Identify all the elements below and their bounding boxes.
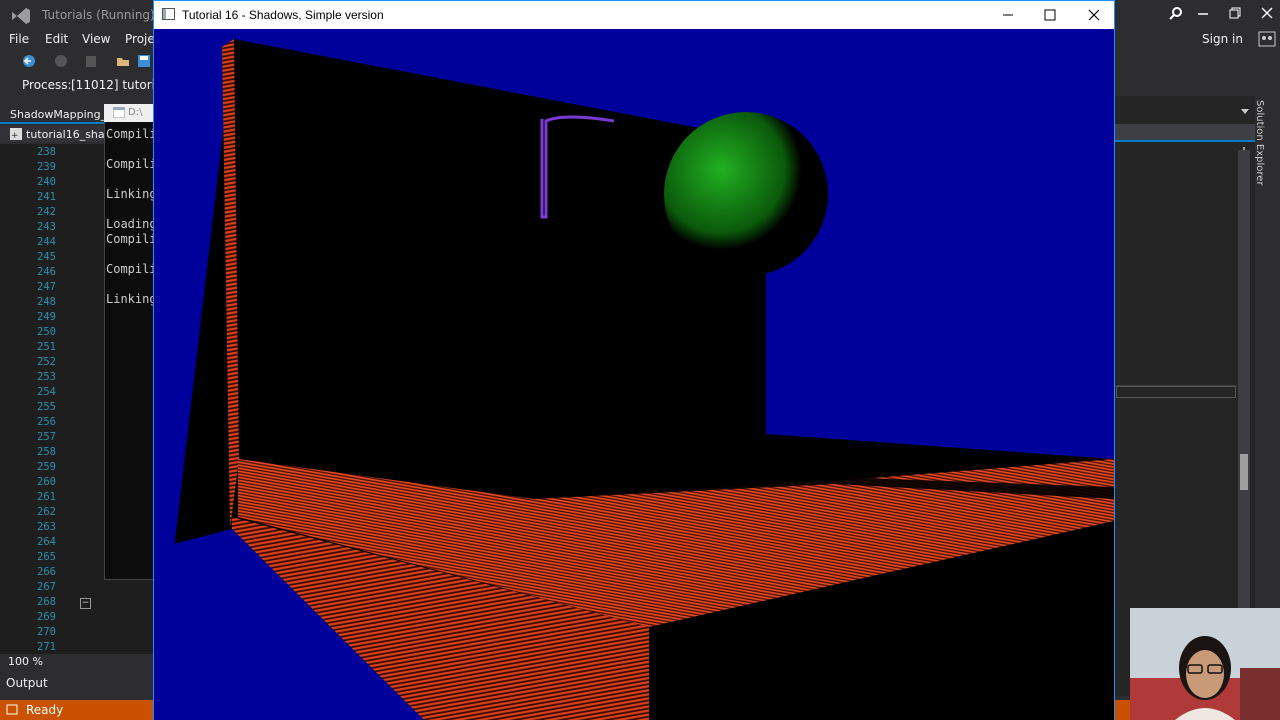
line-number: 241 — [37, 191, 56, 203]
forward-arrow-icon[interactable] — [54, 55, 68, 67]
line-number: 258 — [37, 446, 56, 458]
scrollbar-thumb[interactable] — [1240, 454, 1248, 490]
line-number: 240 — [37, 176, 56, 188]
console-icon — [113, 107, 125, 118]
line-number: 256 — [37, 416, 56, 428]
line-number: 267 — [37, 581, 56, 593]
line-number: 255 — [37, 401, 56, 413]
line-number: 270 — [37, 626, 56, 638]
app-window-title: Tutorial 16 - Shadows, Simple version — [182, 8, 384, 22]
properties-divider — [1116, 386, 1236, 398]
menu-file[interactable]: File — [9, 32, 29, 46]
line-number: 247 — [37, 281, 56, 293]
console-line: Linking — [106, 292, 154, 306]
menu-edit[interactable]: Edit — [45, 32, 68, 46]
back-arrow-icon[interactable] — [22, 55, 36, 67]
vs-restore-icon[interactable] — [1228, 6, 1242, 20]
line-number: 245 — [37, 251, 56, 263]
line-number: 244 — [37, 236, 56, 248]
open-folder-icon[interactable] — [116, 54, 130, 68]
output-label[interactable]: Output — [6, 676, 48, 690]
line-number: 257 — [37, 431, 56, 443]
line-number: 261 — [37, 491, 56, 503]
opengl-render-viewport[interactable] — [154, 29, 1114, 720]
sign-in-link[interactable]: Sign in — [1202, 32, 1243, 46]
line-number: 263 — [37, 521, 56, 533]
line-number: 260 — [37, 476, 56, 488]
close-icon[interactable] — [1086, 7, 1102, 23]
line-number: 253 — [37, 371, 56, 383]
line-number: 251 — [37, 341, 56, 353]
line-number: 268 — [37, 596, 56, 608]
line-number: 249 — [37, 311, 56, 323]
solution-explorer-tab-label: Solution Explorer — [1254, 100, 1265, 186]
line-number: 246 — [37, 266, 56, 278]
webcam-overlay — [1130, 608, 1280, 720]
line-number: 259 — [37, 461, 56, 473]
line-number: 265 — [37, 551, 56, 563]
vs-close-icon[interactable] — [1260, 6, 1274, 20]
console-line: Compili — [106, 232, 154, 246]
file-scope-label: tutorial16_shado — [26, 128, 106, 141]
console-line: Loading — [106, 217, 154, 231]
user-feedback-icon[interactable] — [1258, 31, 1276, 47]
line-number: 250 — [37, 326, 56, 338]
solution-tree — [1116, 145, 1236, 386]
search-icon[interactable] — [1168, 6, 1184, 22]
minimize-icon[interactable] — [1000, 7, 1016, 23]
line-number: 264 — [37, 536, 56, 548]
solution-explorer-header[interactable] — [1115, 124, 1255, 142]
line-number: 239 — [37, 161, 56, 173]
app-window-icon — [162, 8, 175, 20]
console-line: Compili — [106, 157, 154, 171]
presenter-image — [1130, 608, 1280, 720]
visual-studio-logo-icon — [12, 8, 30, 24]
console-line: Linking — [106, 187, 154, 201]
line-number: 252 — [37, 356, 56, 368]
zoom-level[interactable]: 100 % — [8, 655, 43, 668]
status-ready-icon — [6, 704, 18, 715]
svg-text:+: + — [11, 131, 19, 140]
line-number: 254 — [37, 386, 56, 398]
new-item-icon[interactable] — [84, 54, 98, 68]
line-number: 266 — [37, 566, 56, 578]
process-label: Process: — [22, 78, 72, 92]
menu-project[interactable]: Proje — [125, 32, 155, 46]
vs-minimize-icon[interactable] — [1196, 6, 1210, 20]
collapse-toggle-icon[interactable]: − — [80, 598, 91, 609]
line-number: 242 — [37, 206, 56, 218]
vs-toolbar — [0, 50, 155, 72]
save-icon[interactable] — [137, 54, 151, 68]
green-sphere — [664, 112, 828, 276]
line-number: 271 — [37, 641, 56, 653]
status-text: Ready — [26, 703, 64, 717]
console-window — [104, 104, 157, 580]
document-tab-label: ShadowMapping_S — [10, 108, 106, 121]
cpp-file-icon: + — [10, 128, 22, 140]
line-number: 243 — [37, 221, 56, 233]
line-number: 269 — [37, 611, 56, 623]
maximize-icon[interactable] — [1042, 7, 1058, 23]
console-line: Compili — [106, 127, 154, 141]
console-line: Compili — [106, 262, 154, 276]
line-number: 238 — [37, 146, 56, 158]
line-number: 262 — [37, 506, 56, 518]
process-dropdown[interactable]: [11012] tutorial16 — [71, 78, 155, 92]
chevron-down-icon[interactable] — [1240, 108, 1250, 116]
console-title: D:\ — [128, 107, 143, 118]
menu-view[interactable]: View — [82, 32, 110, 46]
line-number: 248 — [37, 296, 56, 308]
vertical-scrollbar[interactable] — [1238, 150, 1250, 670]
